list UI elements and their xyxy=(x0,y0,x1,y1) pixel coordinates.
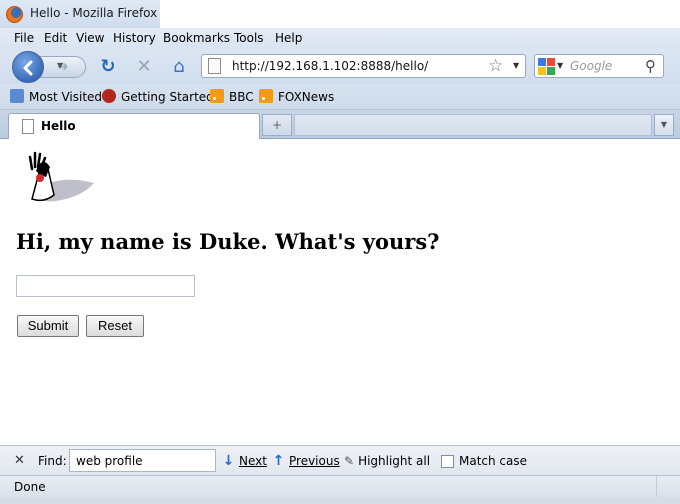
home-icon[interactable]: ⌂ xyxy=(168,56,190,78)
up-arrow-icon: ↑ xyxy=(272,453,285,469)
bookmark-getting-started[interactable]: Getting Started xyxy=(102,89,214,104)
window-title: Hello - Mozilla Firefox xyxy=(30,6,158,20)
find-previous-button[interactable]: ↑ Previous xyxy=(272,454,340,468)
firefox-logo-icon xyxy=(6,6,23,23)
menu-history[interactable]: History xyxy=(113,31,156,45)
bookmark-most-visited[interactable]: Most Visited xyxy=(10,89,102,104)
rss-icon xyxy=(259,89,273,103)
name-input[interactable] xyxy=(16,275,195,297)
bookmark-star-icon[interactable]: ☆ xyxy=(488,56,503,76)
rss-icon xyxy=(210,89,224,103)
highlighter-icon: ✎ xyxy=(344,454,355,468)
status-text: Done xyxy=(14,480,46,494)
status-bar: Done xyxy=(0,475,680,497)
menu-tools[interactable]: Tools xyxy=(234,31,264,45)
new-tab-button[interactable]: + xyxy=(262,114,292,136)
bookmark-bbc[interactable]: BBC xyxy=(210,89,254,104)
list-all-tabs-button[interactable]: ▼ xyxy=(654,114,674,136)
find-label: Find: xyxy=(38,454,67,468)
menu-edit[interactable]: Edit xyxy=(44,31,67,45)
url-text[interactable]: http://192.168.1.102:8888/hello/ xyxy=(232,59,428,73)
page-icon xyxy=(22,119,34,134)
title-bar: Hello - Mozilla Firefox xyxy=(0,0,680,28)
reload-icon[interactable]: ↻ xyxy=(97,56,119,78)
getting-started-icon xyxy=(102,89,116,103)
search-bar[interactable]: ▼ Google ⚲ xyxy=(534,54,664,78)
tab-hello[interactable]: Hello xyxy=(8,113,260,139)
resize-grip[interactable] xyxy=(656,476,678,497)
bookmarks-toolbar: Most Visited Getting Started BBC FOXNews xyxy=(0,84,680,110)
most-visited-icon xyxy=(10,89,24,103)
find-query[interactable]: web profile xyxy=(76,454,143,468)
find-input[interactable]: web profile xyxy=(69,449,216,472)
tab-strip-empty xyxy=(294,114,652,136)
reset-button[interactable]: Reset xyxy=(86,315,144,337)
menu-file[interactable]: File xyxy=(14,31,34,45)
submit-button[interactable]: Submit xyxy=(17,315,79,337)
search-engine-dropdown-icon[interactable]: ▼ xyxy=(557,61,563,70)
duke-mascot-image xyxy=(28,151,94,202)
find-next-button[interactable]: ↓ Next xyxy=(222,454,267,468)
page-content: Hi, my name is Duke. What's yours? Submi… xyxy=(0,139,680,445)
forward-button[interactable]: ➜ ▼ xyxy=(40,56,86,78)
close-find-bar-icon[interactable]: ✕ xyxy=(14,453,25,468)
menu-bookmarks[interactable]: Bookmarks xyxy=(163,31,230,45)
menu-help[interactable]: Help xyxy=(275,31,302,45)
back-button[interactable] xyxy=(12,51,44,83)
url-bar[interactable]: http://192.168.1.102:8888/hello/ ☆ ▼ xyxy=(201,54,526,78)
down-arrow-icon: ↓ xyxy=(222,453,235,469)
search-icon[interactable]: ⚲ xyxy=(645,57,656,75)
google-icon[interactable] xyxy=(538,58,555,75)
back-arrow-icon xyxy=(23,60,33,76)
history-dropdown-icon[interactable]: ▼ xyxy=(57,61,79,70)
tab-label: Hello xyxy=(41,119,76,133)
window-bottom-border xyxy=(0,497,680,504)
match-case-label[interactable]: Match case xyxy=(459,454,527,468)
highlight-all-button[interactable]: ✎ Highlight all xyxy=(344,454,430,468)
navigation-toolbar: ➜ ▼ ↻ ✕ ⌂ http://192.168.1.102:8888/hell… xyxy=(0,48,680,84)
match-case-checkbox[interactable] xyxy=(441,455,454,468)
tab-bar: Hello + ▼ xyxy=(0,110,680,139)
bookmark-foxnews[interactable]: FOXNews xyxy=(259,89,334,104)
page-heading: Hi, my name is Duke. What's yours? xyxy=(16,229,440,254)
menu-bar: File Edit View History Bookmarks Tools H… xyxy=(0,28,680,48)
find-bar: ✕ Find: web profile ↓ Next ↑ Previous ✎ Hig… xyxy=(0,445,680,475)
menu-view[interactable]: View xyxy=(76,31,104,45)
stop-icon[interactable]: ✕ xyxy=(133,56,155,78)
url-dropdown-icon[interactable]: ▼ xyxy=(513,61,519,70)
page-icon xyxy=(208,58,221,74)
search-placeholder: Google xyxy=(570,59,613,73)
